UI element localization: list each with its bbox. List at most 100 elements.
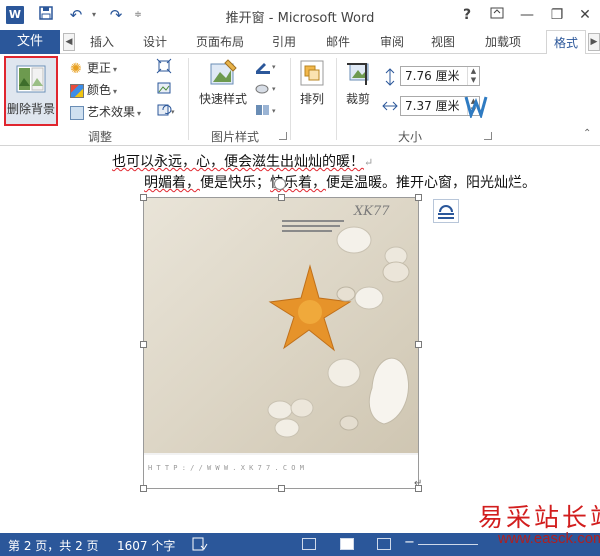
site-watermark-text: 易采站长站 xyxy=(478,503,600,532)
resize-handle-bottom[interactable] xyxy=(278,485,285,492)
compress-pictures-icon[interactable] xyxy=(156,58,172,78)
group-picture-styles-label: 图片样式 xyxy=(210,130,259,144)
paragraph-line-2: 明媚着，便是快乐；快乐着，便是温暖。推开心窗，阳光灿烂。 xyxy=(144,172,536,192)
resize-handle-left[interactable] xyxy=(140,341,147,348)
width-icon xyxy=(382,99,398,116)
rotate-handle[interactable] xyxy=(274,178,286,190)
height-spinner-icon[interactable]: ▲ ▼ xyxy=(467,67,479,85)
resize-handle-top-right[interactable] xyxy=(415,194,422,201)
tab-addins[interactable]: 加载项 xyxy=(478,30,528,54)
resize-handle-right[interactable] xyxy=(415,341,422,348)
anchor-mark-icon: ↵ xyxy=(414,478,423,489)
proofing-icon[interactable] xyxy=(192,537,208,554)
color-palette-icon xyxy=(70,83,84,98)
word-count[interactable]: 1607 个字 xyxy=(117,537,175,554)
picture-styles-launcher-icon[interactable] xyxy=(279,132,287,140)
group-size-label: 大小 xyxy=(397,130,422,144)
size-launcher-icon[interactable] xyxy=(484,132,492,140)
color-label: 颜色 xyxy=(87,83,112,97)
crop-label: 裁剪 xyxy=(345,92,370,106)
paragraph-line-2-text-d: 便是温暖。推开心窗，阳光灿烂。 xyxy=(326,175,536,191)
resize-handle-top-left[interactable] xyxy=(140,194,147,201)
tabs-scroll-left-icon[interactable]: ◀ xyxy=(63,33,75,51)
tabs-scroll-right-icon[interactable]: ▶ xyxy=(588,33,600,51)
group-separator xyxy=(336,58,337,140)
tab-insert[interactable]: 插入 xyxy=(82,30,122,54)
selected-picture[interactable]: XK77 H T T P : / / W W W . X K 7 7 . C O… xyxy=(140,178,422,492)
group-adjust-label: 调整 xyxy=(87,130,112,144)
arrange-icon xyxy=(300,60,324,86)
paragraph-line-1: 也可以永远，心，便会滋生出灿灿的暖！↵ xyxy=(112,151,373,171)
image-watermark-text: XK77 xyxy=(354,204,390,219)
artistic-effects-icon xyxy=(70,105,84,120)
paragraph-mark: ↵ xyxy=(364,156,374,169)
shape-width-value: 7.37 厘米 xyxy=(405,99,460,113)
cursor-w-icon xyxy=(464,94,488,121)
paragraph-line-2-text-a: 明媚着， xyxy=(144,175,200,191)
site-watermark-url: www.easck.com xyxy=(498,530,600,547)
shape-height-input[interactable]: 7.76 厘米 ▲ ▼ xyxy=(400,66,480,86)
layout-options-icon xyxy=(438,205,454,219)
tab-file[interactable]: 文件 xyxy=(0,30,60,54)
tab-design[interactable]: 设计 xyxy=(135,30,175,54)
color-button[interactable]: 颜色 ▾ xyxy=(70,80,117,100)
restore-button[interactable]: ❐ xyxy=(544,4,570,26)
layout-options-button[interactable] xyxy=(433,199,459,223)
ribbon: 删除背景 ✺ 更正 ▾ 颜色 ▾ 艺术效果 ▾ ▾ 调整 快速样式 ▾ ▾ ▾ 图片样式 xyxy=(0,54,600,146)
quick-styles-label: 快速样式 xyxy=(198,92,247,106)
resize-handle-bottom-left[interactable] xyxy=(140,485,147,492)
ribbon-display-icon[interactable] xyxy=(484,4,510,26)
quick-styles-button[interactable]: 快速样式 xyxy=(194,58,252,116)
change-picture-icon[interactable] xyxy=(156,80,172,100)
image-url-text: H T T P : / / W W W . X K 7 7 . C O M xyxy=(148,464,304,472)
picture-border-button[interactable]: ▾ xyxy=(254,58,280,78)
svg-text:▾: ▾ xyxy=(272,85,276,93)
tab-page-layout[interactable]: 页面布局 xyxy=(190,30,250,54)
read-mode-icon[interactable] xyxy=(302,538,316,550)
picture-layout-button[interactable]: ▾ xyxy=(254,102,280,122)
shape-height-value: 7.76 厘米 xyxy=(405,69,460,83)
svg-text:▾: ▾ xyxy=(171,108,175,116)
artistic-effects-label: 艺术效果 xyxy=(87,105,136,119)
title-bar: W ↶ ▾ ↷ ≑ 推开窗 - Microsoft Word ? — ❐ ✕ xyxy=(0,0,600,30)
svg-text:▾: ▾ xyxy=(272,107,276,115)
reset-picture-icon[interactable]: ▾ xyxy=(156,102,178,122)
close-button[interactable]: ✕ xyxy=(572,4,598,26)
tab-view[interactable]: 视图 xyxy=(425,30,461,54)
remove-background-label: 删除背景 xyxy=(6,102,55,116)
minimize-button[interactable]: — xyxy=(514,4,540,26)
remove-background-icon xyxy=(16,65,46,93)
arrange-button[interactable]: 排列 xyxy=(294,58,330,116)
zoom-out-icon[interactable]: − xyxy=(404,535,415,550)
resize-handle-top[interactable] xyxy=(278,194,285,201)
height-icon xyxy=(383,68,397,89)
crop-button[interactable]: 裁剪 xyxy=(340,58,376,116)
remove-background-button[interactable]: 删除背景 xyxy=(4,56,58,126)
picture-effects-button[interactable]: ▾ xyxy=(254,80,280,100)
tab-review[interactable]: 审阅 xyxy=(372,30,412,54)
page-count[interactable]: 第 2 页，共 2 页 xyxy=(8,537,99,554)
help-button[interactable]: ? xyxy=(454,4,480,26)
ribbon-tabs: 文件 ◀ 插入 设计 页面布局 引用 邮件 审阅 视图 加载项 格式 ▶ xyxy=(0,30,600,55)
quick-styles-icon xyxy=(210,59,237,85)
paragraph-line-2-text-b: 便是快乐； xyxy=(200,175,270,191)
arrange-label: 排列 xyxy=(299,92,324,106)
svg-text:▾: ▾ xyxy=(272,63,276,71)
sun-icon: ✺ xyxy=(70,60,82,77)
artistic-effects-button[interactable]: 艺术效果 ▾ xyxy=(70,102,141,122)
web-layout-icon[interactable] xyxy=(377,538,391,550)
tab-references[interactable]: 引用 xyxy=(266,30,302,54)
group-separator xyxy=(188,58,189,140)
tab-mailings[interactable]: 邮件 xyxy=(318,30,358,54)
crop-icon xyxy=(347,63,369,85)
beach-starfish-picture xyxy=(144,198,418,488)
corrections-button[interactable]: ✺ 更正 ▾ xyxy=(70,58,117,78)
tab-format[interactable]: 格式 xyxy=(546,30,586,55)
corrections-label: 更正 xyxy=(87,61,112,75)
paragraph-line-1-text: 也可以永远，心，便会滋生出灿灿的暖！ xyxy=(112,154,364,170)
zoom-slider[interactable] xyxy=(418,544,478,545)
print-layout-icon[interactable] xyxy=(340,538,354,550)
group-separator xyxy=(290,58,291,140)
collapse-ribbon-icon[interactable]: ⌃ xyxy=(583,128,591,139)
window-title: 推开窗 - Microsoft Word xyxy=(225,11,375,26)
